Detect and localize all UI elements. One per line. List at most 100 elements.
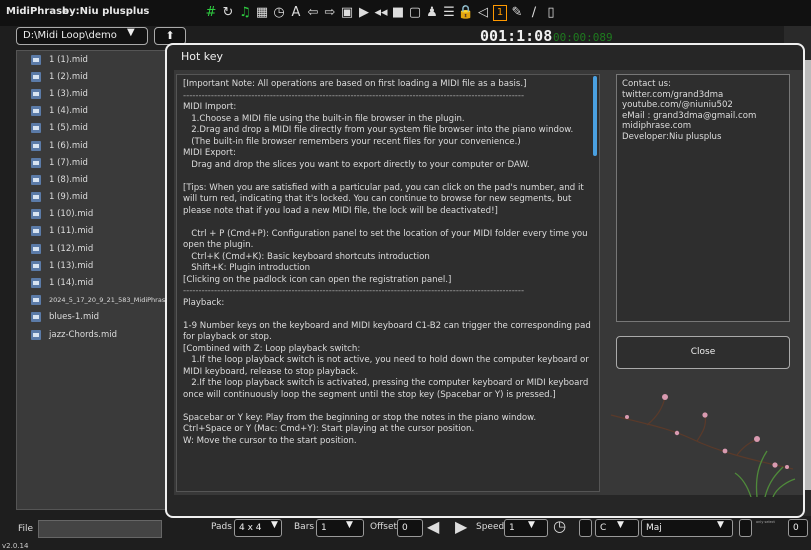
file-name: 1 (10).mid [49, 209, 94, 220]
help-line [183, 171, 593, 183]
right-value-box[interactable]: 0 [788, 519, 808, 537]
help-line: Playback: [183, 297, 225, 308]
offset-increase-icon[interactable]: ▶ [455, 517, 467, 536]
help-line: Ctrl + P (Cmd+P): Configuration panel to… [183, 228, 591, 251]
file-list-item[interactable]: 1 (2).mid [17, 68, 167, 85]
speaker-icon[interactable]: ◁ [476, 5, 490, 21]
contact-line: eMail : grand3dma@gmail.com [622, 110, 757, 121]
contact-line: twitter.com/grand3dma [622, 89, 724, 100]
layout-icon[interactable]: ▦ [255, 5, 269, 21]
version-text: v2.0.14 [2, 542, 29, 550]
file-list-item[interactable]: 2024_5_17_20_9_21_583_MidiPhrase_te [17, 292, 167, 309]
midi-file-icon [31, 174, 41, 185]
contact-panel: Contact us: twitter.com/grand3dma youtube… [616, 74, 790, 322]
file-input[interactable] [38, 520, 162, 538]
toolbar: # ↻ ♫ ▦ ◷ A ⇦ ⇨ ▣ ▶ ◂◂ ■ ▢ ♟ ☰ 🔒 ◁ 1 ✎ ∕ ▯ [204, 4, 558, 22]
slash-icon[interactable]: ∕ [527, 5, 541, 21]
midi-file-icon [31, 123, 41, 134]
file-list-item[interactable]: 1 (10).mid [17, 206, 167, 223]
help-line: [Important Note: All operations are base… [183, 79, 527, 89]
help-line: Shift+K: Plugin introduction [183, 263, 311, 273]
file-list-item[interactable]: 1 (9).mid [17, 189, 167, 206]
help-text-panel[interactable]: [Important Note: All operations are base… [176, 74, 600, 492]
file-list: 1 (1).mid 1 (2).mid 1 (3).mid 1 (4).mid 1 (5… [16, 50, 168, 510]
help-line: Ctrl+K (Cmd+K): Basic keyboard shortcuts… [183, 251, 430, 262]
pads-label: Pads [211, 522, 232, 532]
note-icon[interactable]: ♫ [238, 5, 252, 21]
file-name: 1 (2).mid [49, 71, 88, 82]
square-icon[interactable]: ▣ [340, 5, 354, 21]
help-line [183, 217, 593, 229]
file-list-item[interactable]: jazz-Chords.mid [17, 326, 167, 343]
file-name: 1 (9).mid [49, 192, 88, 203]
file-list-item[interactable]: 1 (14).mid [17, 274, 167, 291]
text-icon[interactable]: A [289, 5, 303, 21]
midi-file-icon [31, 329, 41, 340]
file-name: blues-1.mid [49, 312, 100, 323]
file-list-item[interactable]: 1 (4).mid [17, 103, 167, 120]
stop-icon[interactable]: ■ [391, 5, 405, 21]
file-name: 1 (8).mid [49, 174, 88, 185]
chevron-down-icon: ▼ [717, 520, 724, 530]
help-line: Ctrl+Space or Y (Mac: Cmd+Y): Start play… [183, 424, 475, 434]
file-name: 1 (14).mid [49, 278, 94, 289]
speed-select[interactable]: 1 [504, 519, 548, 537]
midi-file-icon [31, 106, 41, 117]
file-name: 1 (13).mid [49, 260, 94, 271]
play-icon[interactable]: ▶ [357, 5, 371, 21]
midi-file-icon [31, 243, 41, 254]
midi-file-icon [31, 140, 41, 151]
refresh-icon[interactable]: ↻ [221, 5, 235, 21]
page-icon[interactable]: ▯ [544, 5, 558, 21]
checkbox-icon[interactable]: ▢ [408, 5, 422, 21]
midi-file-icon [31, 278, 41, 289]
file-list-item[interactable]: 1 (11).mid [17, 223, 167, 240]
lock-icon[interactable]: 🔒 [458, 5, 474, 21]
arrow-left-icon[interactable]: ⇦ [306, 5, 320, 21]
speed-label: Speed [476, 522, 505, 532]
pen-icon[interactable]: ✎ [510, 5, 524, 21]
file-name: 1 (1).mid [49, 54, 88, 65]
file-list-item[interactable]: 1 (13).mid [17, 257, 167, 274]
file-list-item[interactable]: 1 (12).mid [17, 240, 167, 257]
help-line [183, 401, 593, 413]
timer-icon[interactable]: ◷ [272, 5, 286, 21]
file-list-item[interactable]: 1 (7).mid [17, 154, 167, 171]
file-list-item[interactable]: 1 (1).mid [17, 51, 167, 68]
flower-branch-art [610, 394, 796, 497]
help-line: MIDI Export: [183, 148, 236, 158]
midi-file-icon [31, 209, 41, 220]
file-list-item[interactable]: 1 (8).mid [17, 171, 167, 188]
offset-input[interactable]: 0 [397, 519, 423, 537]
metronome-icon[interactable]: ♟ [425, 5, 439, 21]
arrow-right-icon[interactable]: ⇨ [323, 5, 337, 21]
chevron-down-icon: ▼ [346, 520, 353, 530]
pad-one-icon[interactable]: 1 [493, 5, 507, 21]
file-list-item[interactable]: blues-1.mid [17, 309, 167, 326]
rewind-icon[interactable]: ◂◂ [374, 5, 388, 21]
file-name: jazz-Chords.mid [49, 329, 117, 340]
bars-label: Bars [294, 522, 315, 532]
file-list-item[interactable]: 1 (5).mid [17, 120, 167, 137]
help-line: 2.If the loop playback switch is activat… [183, 378, 592, 400]
list-icon[interactable]: ☰ [442, 5, 456, 21]
grid-icon[interactable]: # [204, 5, 218, 21]
file-list-item[interactable]: 1 (6).mid [17, 137, 167, 154]
midi-file-icon [31, 312, 41, 323]
offset-decrease-icon[interactable]: ◀ [427, 517, 439, 536]
dialog-title: Hot key [181, 50, 224, 63]
contact-line: youtube.com/@niuniu502 [622, 100, 733, 110]
app-author: by:Niu plusplus [62, 6, 150, 17]
chevron-down-icon: ▼ [271, 520, 278, 530]
help-line: W: Move the cursor to the start position… [183, 435, 357, 446]
key-toggle-checkbox[interactable] [579, 519, 592, 537]
file-list-item[interactable]: 1 (3).mid [17, 85, 167, 102]
help-scrollbar[interactable] [593, 76, 597, 156]
only-select-checkbox[interactable] [739, 519, 752, 537]
hotkey-dialog: Hot key [Important Note: All operations … [165, 43, 805, 518]
file-name: 1 (12).mid [49, 243, 94, 254]
midi-file-icon [31, 226, 41, 237]
bars-select[interactable]: 1 [316, 519, 364, 537]
close-button[interactable]: Close [616, 336, 790, 369]
clock-icon[interactable]: ◷ [553, 517, 566, 535]
